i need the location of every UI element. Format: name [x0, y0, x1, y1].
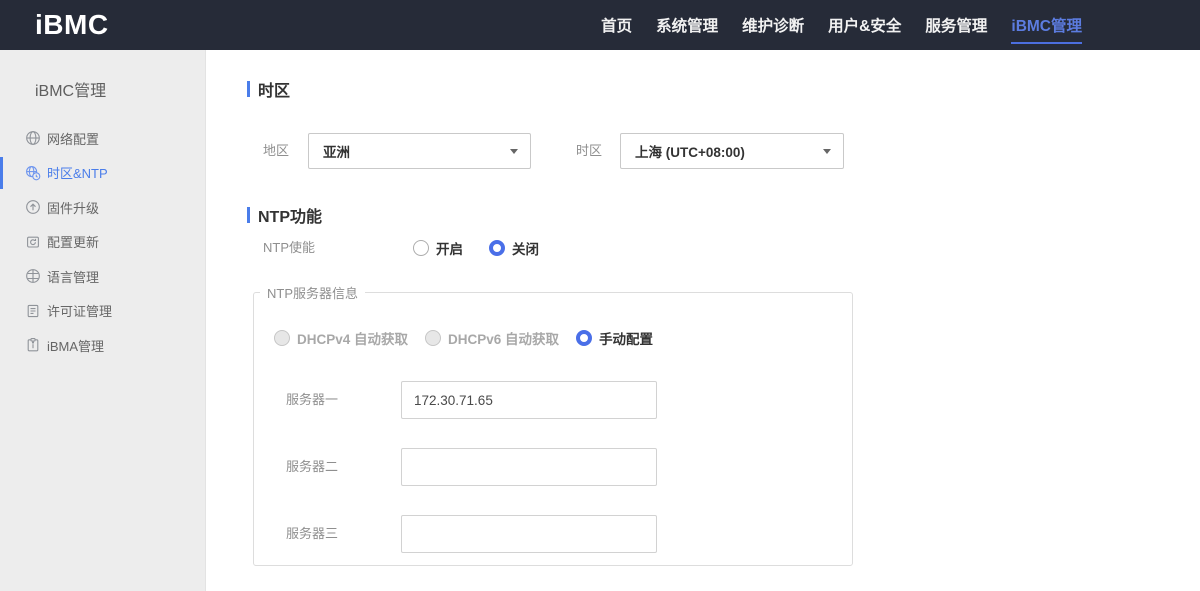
upgrade-arrow-icon — [25, 199, 41, 215]
sidebar-item-license-management[interactable]: 许可证管理 — [0, 294, 206, 329]
sidebar-item-label: 许可证管理 — [47, 304, 113, 320]
ntp-server-info-legend: NTP服务器信息 — [267, 286, 359, 301]
chevron-down-icon — [510, 149, 518, 154]
nav-item-maintenance[interactable]: 维护诊断 — [742, 0, 804, 50]
globe-icon — [25, 130, 41, 146]
title-accent-bar — [247, 81, 250, 97]
sidebar-item-network-config[interactable]: 网络配置 — [0, 121, 206, 156]
sidebar-item-config-update[interactable]: 配置更新 — [0, 225, 206, 260]
config-refresh-icon — [25, 234, 41, 250]
top-nav-menu: 首页 系统管理 维护诊断 用户&安全 服务管理 iBMC管理 — [601, 0, 1082, 50]
ntp-enable-off-radio[interactable]: 关闭 — [489, 238, 539, 258]
dhcpv6-auto-radio: DHCPv6 自动获取 — [425, 328, 559, 348]
nav-item-system[interactable]: 系统管理 — [656, 0, 718, 50]
ibmc-logo: iBMC — [35, 9, 109, 40]
nav-item-user-security[interactable]: 用户&安全 — [828, 0, 901, 50]
server-three-label: 服务器三 — [286, 526, 339, 541]
radio-checked-icon[interactable] — [489, 240, 505, 256]
sidebar-item-label: iBMA管理 — [47, 338, 105, 354]
nav-item-home[interactable]: 首页 — [601, 0, 632, 50]
ntp-enable-on-radio[interactable]: 开启 — [413, 238, 463, 258]
radio-checked-icon[interactable] — [576, 330, 593, 346]
server-two-input[interactable] — [401, 448, 657, 486]
ntp-section-title: NTP功能 — [247, 203, 322, 227]
radio-unchecked-icon[interactable] — [413, 240, 429, 256]
nav-item-ibmc-management[interactable]: iBMC管理 — [1011, 0, 1082, 50]
sidebar-item-firmware-upgrade[interactable]: 固件升级 — [0, 190, 206, 225]
timezone-section-title: 时区 — [247, 77, 290, 101]
sidebar-item-label: 语言管理 — [47, 269, 100, 285]
timezone-label: 时区 — [576, 143, 603, 158]
ntp-server-mode-radio-group: DHCPv4 自动获取 DHCPv6 自动获取 手动配置 — [274, 324, 653, 352]
title-accent-bar — [247, 207, 250, 223]
sidebar-item-label: 时区&NTP — [47, 166, 108, 182]
main-content: 时区 地区 亚洲 时区 上海 (UTC+08:00) NTP功能 NTP使能 开… — [206, 50, 1200, 591]
server-one-input[interactable] — [401, 381, 657, 419]
region-select-value: 亚洲 — [323, 145, 350, 160]
top-navigation-bar: iBMC 首页 系统管理 维护诊断 用户&安全 服务管理 iBMC管理 — [0, 0, 1200, 50]
ntp-server-info-group: NTP服务器信息 DHCPv4 自动获取 DHCPv6 自动获取 手动配置 服务… — [253, 283, 853, 566]
chevron-down-icon — [823, 149, 831, 154]
language-globe-icon — [25, 268, 41, 284]
radio-disabled-icon — [425, 330, 442, 346]
region-label: 地区 — [263, 143, 290, 158]
manual-config-radio[interactable]: 手动配置 — [576, 328, 653, 348]
timezone-clock-icon — [25, 165, 41, 181]
sidebar-item-timezone-ntp[interactable]: 时区&NTP — [0, 156, 206, 191]
ntp-enable-radio-group: 开启 关闭 — [413, 233, 539, 263]
sidebar-item-label: 配置更新 — [47, 235, 100, 251]
nav-item-service[interactable]: 服务管理 — [925, 0, 987, 50]
sidebar: iBMC管理 网络配置 时区&NTP 固件升级 配置更新 语言管理 许可证管理 … — [0, 50, 206, 591]
license-doc-icon — [25, 303, 41, 319]
sidebar-item-ibma-management[interactable]: iBMA管理 — [0, 328, 206, 363]
timezone-select-value: 上海 (UTC+08:00) — [635, 145, 745, 160]
ntp-enable-label: NTP使能 — [263, 240, 316, 255]
dhcpv4-auto-radio: DHCPv4 自动获取 — [274, 328, 408, 348]
sidebar-item-language-management[interactable]: 语言管理 — [0, 259, 206, 294]
timezone-select[interactable]: 上海 (UTC+08:00) — [620, 133, 844, 169]
sidebar-title: iBMC管理 — [35, 83, 107, 100]
server-three-input[interactable] — [401, 515, 657, 553]
region-select[interactable]: 亚洲 — [308, 133, 531, 169]
sidebar-menu: 网络配置 时区&NTP 固件升级 配置更新 语言管理 许可证管理 iBMA管理 — [0, 121, 206, 363]
radio-disabled-icon — [274, 330, 290, 346]
server-one-label: 服务器一 — [286, 392, 339, 407]
server-two-label: 服务器二 — [286, 459, 339, 474]
sidebar-item-label: 网络配置 — [47, 131, 100, 147]
clipboard-icon — [25, 337, 41, 353]
sidebar-item-label: 固件升级 — [47, 200, 100, 216]
